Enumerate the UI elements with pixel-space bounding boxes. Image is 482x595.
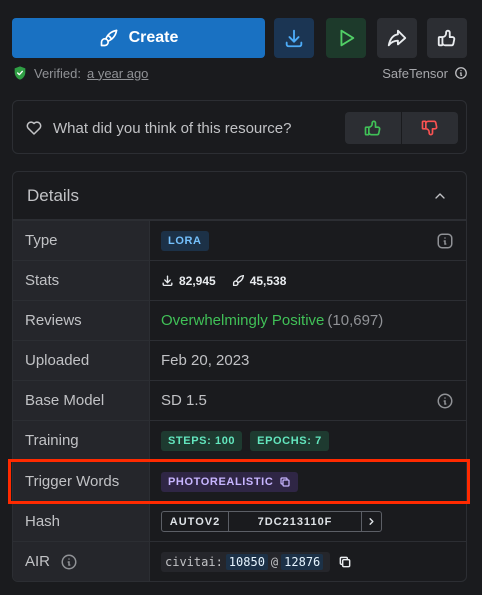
- verified-label: Verified:: [34, 65, 81, 81]
- brush-icon: [100, 29, 117, 47]
- hash-box[interactable]: AUTOV2 7DC213110F: [161, 511, 382, 532]
- row-type: Type LORA: [13, 220, 466, 260]
- chevron-right-icon: [369, 518, 374, 525]
- downloads-stat: 82,945: [161, 274, 216, 288]
- row-label: Hash: [13, 502, 150, 541]
- row-label: Stats: [13, 261, 150, 300]
- row-training: Training STEPS: 100 EPOCHS: 7: [13, 420, 466, 460]
- row-label: Base Model: [13, 381, 150, 420]
- type-badge: LORA: [161, 230, 209, 251]
- thumbs-down-button[interactable]: [401, 112, 458, 144]
- shield-check-icon: [14, 66, 26, 80]
- chevron-up-icon[interactable]: [432, 188, 448, 204]
- next-hash-button[interactable]: [362, 512, 381, 531]
- info-icon[interactable]: [436, 392, 454, 410]
- create-button[interactable]: Create: [12, 18, 265, 58]
- thumbs-up-icon: [364, 120, 381, 136]
- details-title: Details: [27, 185, 79, 205]
- share-icon: [387, 29, 407, 47]
- info-icon[interactable]: [436, 232, 454, 250]
- thumbs-up-button[interactable]: [345, 112, 401, 144]
- thumbs-down-icon: [421, 120, 438, 136]
- download-button[interactable]: [274, 18, 314, 58]
- row-label: Uploaded: [13, 341, 150, 380]
- uploaded-date: Feb 20, 2023: [161, 352, 250, 369]
- info-icon[interactable]: [60, 553, 78, 571]
- feedback-card: What did you think of this resource?: [12, 100, 467, 154]
- downloads-count: 82,945: [179, 273, 216, 288]
- details-card: Details Type LORA Stats 82,945 45,538 Re…: [12, 171, 467, 582]
- play-icon: [340, 29, 355, 47]
- generations-count: 45,538: [249, 273, 287, 288]
- thumbs-up-icon: [437, 29, 456, 47]
- details-header[interactable]: Details: [13, 172, 466, 220]
- epochs-badge: EPOCHS: 7: [250, 430, 329, 451]
- download-icon: [162, 275, 173, 287]
- row-label: Reviews: [13, 301, 150, 340]
- review-summary-link[interactable]: Overwhelmingly Positive: [161, 312, 324, 329]
- share-button[interactable]: [377, 18, 417, 58]
- brush-icon: [232, 274, 244, 287]
- air-prefix: civitai:: [165, 554, 223, 569]
- review-count: (10,697): [327, 312, 384, 329]
- row-base-model: Base Model SD 1.5: [13, 380, 466, 420]
- feedback-question: What did you think of this resource?: [53, 119, 292, 137]
- row-label: Training: [13, 421, 150, 460]
- steps-badge: STEPS: 100: [161, 430, 243, 451]
- file-format-label: SafeTensor: [382, 65, 448, 81]
- verified-status: Verified: a year ago: [12, 64, 148, 82]
- row-air: AIR civitai: 10850 @ 12876: [13, 541, 466, 581]
- info-icon[interactable]: [454, 66, 468, 80]
- generations-stat: 45,538: [232, 273, 287, 288]
- row-uploaded: Uploaded Feb 20, 2023: [13, 340, 466, 380]
- create-label: Create: [128, 29, 179, 46]
- like-button[interactable]: [427, 18, 467, 58]
- run-button[interactable]: [326, 18, 366, 58]
- file-format: SafeTensor: [382, 64, 468, 82]
- air-version-id: 12876: [281, 553, 324, 570]
- heart-icon: [26, 121, 42, 135]
- copy-icon[interactable]: [338, 555, 352, 569]
- hash-type[interactable]: AUTOV2: [162, 512, 229, 531]
- air-separator: @: [270, 554, 279, 569]
- row-stats: Stats 82,945 45,538: [13, 260, 466, 300]
- hash-value[interactable]: 7DC213110F: [229, 512, 362, 531]
- highlight-box: [8, 459, 470, 504]
- air-identifier[interactable]: civitai: 10850 @ 12876: [161, 551, 331, 572]
- base-model-value: SD 1.5: [161, 392, 207, 409]
- row-hash: Hash AUTOV2 7DC213110F: [13, 501, 466, 541]
- download-icon: [285, 29, 303, 48]
- row-reviews: Reviews Overwhelmingly Positive (10,697): [13, 300, 466, 340]
- row-label: Type: [13, 221, 150, 260]
- row-label-container: AIR: [13, 542, 150, 581]
- air-model-id: 10850: [225, 553, 268, 570]
- row-label: AIR: [25, 553, 51, 570]
- verified-time-link[interactable]: a year ago: [87, 66, 148, 81]
